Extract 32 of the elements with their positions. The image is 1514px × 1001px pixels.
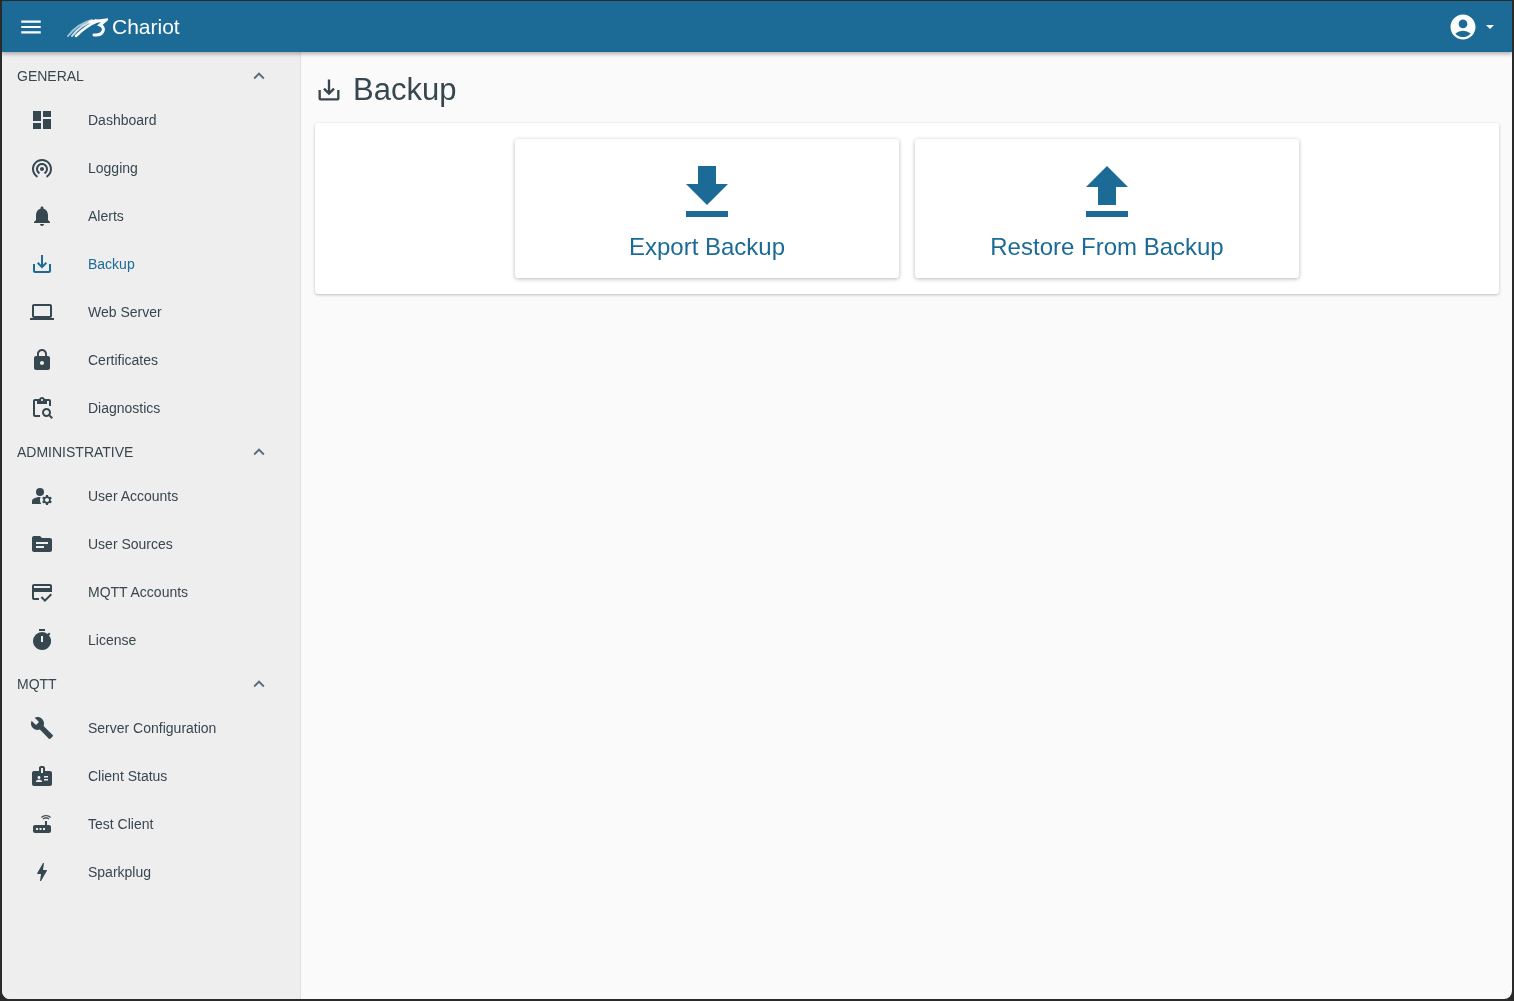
router-icon [30, 812, 54, 836]
download-icon [30, 252, 54, 276]
nav-item[interactable]: Dashboard [2, 96, 300, 144]
nav-item[interactable]: MQTT Accounts [2, 568, 300, 616]
wrench-icon [30, 716, 54, 740]
nav-item[interactable]: Server Configuration [2, 704, 300, 752]
section-title: MQTT [17, 676, 57, 692]
nav-item[interactable]: Sparkplug [2, 848, 300, 896]
dashboard-icon [30, 108, 54, 132]
badge-icon [30, 764, 54, 788]
nav-item[interactable]: User Sources [2, 520, 300, 568]
logo-icon [66, 15, 108, 38]
nav-item[interactable]: Certificates [2, 336, 300, 384]
wireless-icon [30, 156, 54, 180]
caret-icon [1486, 24, 1494, 29]
page-title: Backup [353, 72, 457, 108]
nav-item[interactable]: Alerts [2, 192, 300, 240]
nav-item[interactable]: Client Status [2, 752, 300, 800]
nav-item[interactable]: Diagnostics [2, 384, 300, 432]
stopwatch-icon [30, 628, 54, 652]
section-title: ADMINISTRATIVE [17, 444, 134, 460]
nav-item[interactable]: Backup [2, 240, 300, 288]
nav-item[interactable]: Web Server [2, 288, 300, 336]
nav-item[interactable]: Logging [2, 144, 300, 192]
nav-item[interactable]: Test Client [2, 800, 300, 848]
app-title: Chariot [112, 14, 180, 39]
export-button[interactable]: Export Backup [515, 139, 899, 278]
section-title: GENERAL [17, 68, 84, 84]
clipboard-search-icon [30, 396, 54, 420]
nav-item[interactable]: User Accounts [2, 472, 300, 520]
nav-item[interactable]: License [2, 616, 300, 664]
restore-button[interactable]: Restore From Backup [915, 139, 1299, 278]
